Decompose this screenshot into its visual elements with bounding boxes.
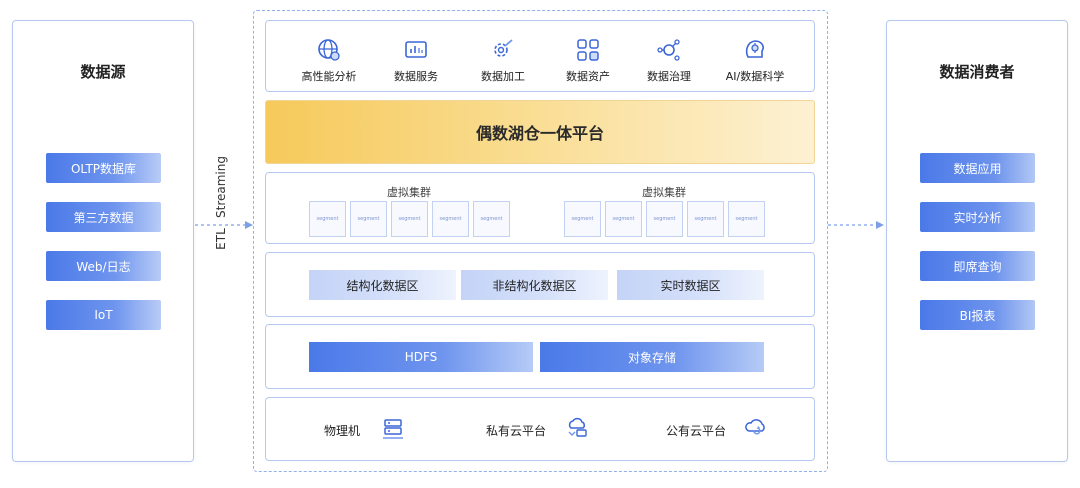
- chart-service-icon: [405, 41, 427, 58]
- segment-box: segment: [728, 201, 765, 237]
- public-cloud-icon: [745, 419, 765, 435]
- cap-label: 数据资产: [566, 70, 610, 83]
- source-web-log: Web/日志: [46, 251, 161, 281]
- private-cloud-icon: [568, 417, 587, 437]
- capabilities-layer: 高性能分析 数据服务 数据加工 数据资产 数据治理 AI/数据科学: [265, 20, 815, 92]
- cap-label: 数据治理: [647, 70, 691, 83]
- segment-box: segment: [564, 201, 601, 237]
- data-source-title: 数据源: [80, 63, 126, 81]
- consumer-realtime-analysis: 实时分析: [920, 202, 1035, 232]
- cap-data-governance: 数据治理: [624, 37, 714, 84]
- data-source-panel: 数据源 OLTP数据库 第三方数据 Web/日志 IoT: [12, 20, 194, 462]
- cluster-title-left: 虚拟集群: [387, 186, 431, 199]
- cluster-title-right: 虚拟集群: [642, 186, 686, 199]
- asset-grid-icon: [577, 39, 599, 61]
- zone-unstructured: 非结构化数据区: [461, 270, 608, 300]
- segment-box: segment: [473, 201, 510, 237]
- cap-ai-data-science: AI/数据科学: [710, 37, 800, 84]
- platform-banner: 偶数湖仓一体平台: [265, 100, 815, 164]
- consumer-data-app: 数据应用: [920, 153, 1035, 183]
- segment-box: segment: [646, 201, 683, 237]
- cap-data-service: 数据服务: [371, 37, 461, 84]
- processing-icon: [494, 39, 513, 57]
- left-flow-arrow: [195, 221, 253, 229]
- zone-realtime: 实时数据区: [617, 270, 764, 300]
- infra-private-cloud-label: 私有云平台: [486, 424, 547, 438]
- governance-icon: [657, 39, 680, 61]
- source-iot: IoT: [46, 300, 161, 330]
- cap-high-performance-analysis: 高性能分析: [284, 37, 374, 84]
- segment-box: segment: [350, 201, 387, 237]
- infra-physical-label: 物理机: [324, 424, 361, 438]
- cap-label: 数据加工: [481, 70, 525, 83]
- cap-label: AI/数据科学: [725, 70, 785, 83]
- segment-box: segment: [687, 201, 724, 237]
- consumer-adhoc-query: 即席查询: [920, 251, 1035, 281]
- ai-science-icon: [745, 40, 764, 58]
- segment-box: segment: [391, 201, 428, 237]
- consumer-bi-report: BI报表: [920, 300, 1035, 330]
- server-icon: [383, 419, 403, 439]
- streaming-label: Streaming: [214, 156, 228, 218]
- segment-box: segment: [432, 201, 469, 237]
- cap-label: 高性能分析: [301, 70, 357, 83]
- segment-box: segment: [605, 201, 642, 237]
- storage-object: 对象存储: [540, 342, 764, 372]
- cap-data-processing: 数据加工: [458, 37, 548, 84]
- source-third-party: 第三方数据: [46, 202, 161, 232]
- right-flow-arrow: [828, 221, 884, 229]
- data-consumer-title: 数据消费者: [939, 63, 1015, 81]
- globe-analysis-icon: [318, 39, 340, 61]
- cap-data-asset: 数据资产: [543, 37, 633, 84]
- data-consumer-panel: 数据消费者 数据应用 实时分析 即席查询 BI报表: [886, 20, 1068, 462]
- segment-box: segment: [309, 201, 346, 237]
- cap-label: 数据服务: [394, 70, 438, 83]
- zone-structured: 结构化数据区: [309, 270, 456, 300]
- source-oltp: OLTP数据库: [46, 153, 161, 183]
- storage-hdfs: HDFS: [309, 342, 533, 372]
- infra-public-cloud-label: 公有云平台: [666, 424, 727, 438]
